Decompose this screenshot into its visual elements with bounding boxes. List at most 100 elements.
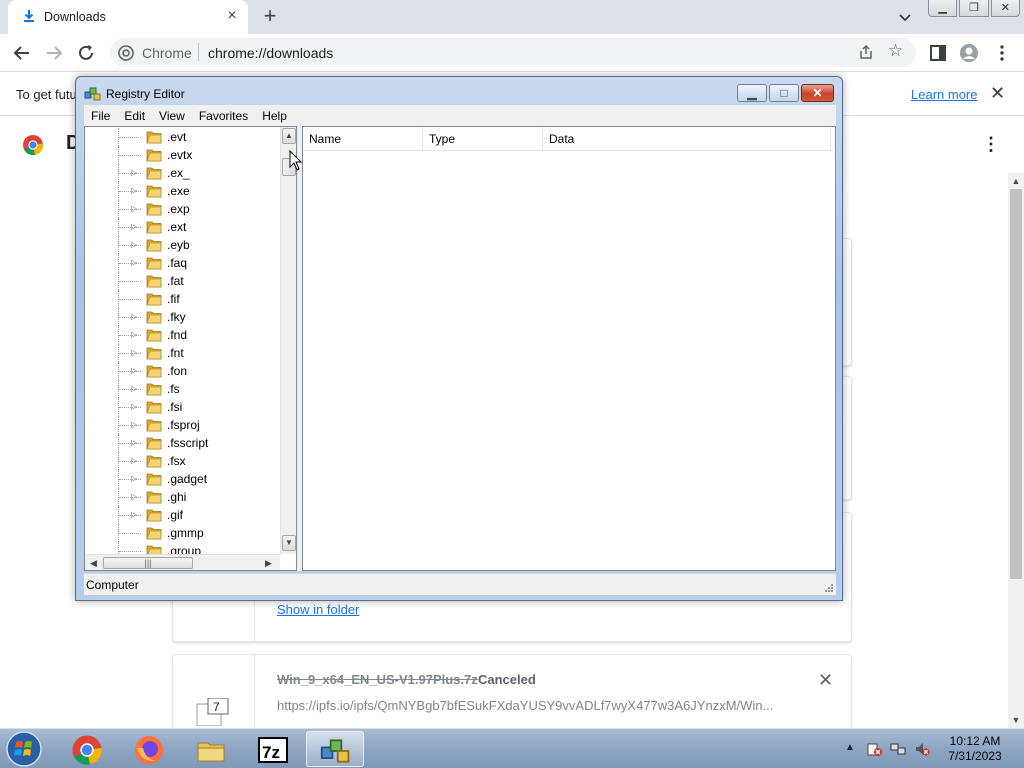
- minimize-button[interactable]: ▁: [928, 0, 958, 17]
- resize-grip-icon[interactable]: [824, 583, 834, 593]
- tree-item[interactable]: ▷ .faq: [85, 254, 281, 272]
- column-header-type[interactable]: Type: [423, 127, 543, 151]
- downloads-more-icon[interactable]: ⋮: [982, 134, 1000, 154]
- bookmark-star-icon[interactable]: ☆: [888, 42, 906, 60]
- taskbar-file-explorer[interactable]: [182, 731, 240, 767]
- expand-arrow-icon[interactable]: ▷: [131, 240, 140, 249]
- taskbar-firefox[interactable]: [120, 731, 178, 767]
- tree-item[interactable]: ▷ .fsi: [85, 398, 281, 416]
- tree-item[interactable]: ▷ .fnt: [85, 344, 281, 362]
- share-icon[interactable]: [858, 44, 874, 60]
- tree-item[interactable]: ▷ .fsx: [85, 452, 281, 470]
- tree-scroll-down-icon[interactable]: ▼: [282, 535, 296, 551]
- omnibox-url[interactable]: chrome://downloads: [208, 45, 333, 61]
- expand-arrow-icon[interactable]: ▷: [131, 312, 140, 321]
- expand-arrow-icon[interactable]: ▷: [131, 420, 140, 429]
- tree-item[interactable]: ▷ .fky: [85, 308, 281, 326]
- tree-item[interactable]: ▷ .eyb: [85, 236, 281, 254]
- start-button-icon[interactable]: [2, 730, 46, 768]
- expand-arrow-icon[interactable]: ▷: [131, 366, 140, 375]
- action-center-icon[interactable]: [866, 741, 882, 757]
- tab-downloads[interactable]: Downloads ×: [8, 0, 248, 34]
- tree-item[interactable]: ▷ .fon: [85, 362, 281, 380]
- tree-scroll-up-icon[interactable]: ▲: [282, 128, 296, 144]
- menu-edit[interactable]: Edit: [117, 109, 152, 123]
- profile-avatar-icon[interactable]: [959, 43, 979, 63]
- menu-file[interactable]: File: [84, 109, 117, 123]
- tree-item[interactable]: ▷ .fs: [85, 380, 281, 398]
- regedit-minimize-button[interactable]: ▁: [737, 84, 767, 102]
- tree-item[interactable]: ▷ .exe: [85, 182, 281, 200]
- expand-arrow-icon[interactable]: ▷: [131, 348, 140, 357]
- expand-arrow-icon[interactable]: ▷: [131, 204, 140, 213]
- column-header-name[interactable]: Name: [303, 127, 423, 151]
- tree-item[interactable]: .evt: [85, 128, 281, 146]
- expand-arrow-icon[interactable]: ▷: [131, 474, 140, 483]
- download-url[interactable]: https://ipfs.io/ipfs/QmNYBgb7bfESukFXdaY…: [277, 698, 773, 713]
- page-scrollbar[interactable]: ▲ ▼: [1008, 173, 1024, 728]
- tree-hscroll-thumb[interactable]: |||: [103, 557, 193, 569]
- new-tab-button[interactable]: +: [260, 5, 280, 27]
- tree-item[interactable]: .fat: [85, 272, 281, 290]
- expand-arrow-icon[interactable]: ▷: [131, 222, 140, 231]
- tree-item[interactable]: ▷ .exp: [85, 200, 281, 218]
- menu-view[interactable]: View: [152, 109, 192, 123]
- learn-more-link[interactable]: Learn more: [911, 87, 977, 102]
- reload-icon[interactable]: [75, 42, 97, 64]
- expand-arrow-icon[interactable]: ▷: [131, 384, 140, 393]
- page-scroll-thumb[interactable]: [1010, 189, 1022, 579]
- column-header-data[interactable]: Data: [543, 127, 831, 151]
- taskbar-chrome[interactable]: [58, 731, 116, 767]
- forward-icon[interactable]: [43, 42, 65, 64]
- tab-search-icon[interactable]: [896, 8, 914, 26]
- tree-scroll-left-icon[interactable]: ◀: [90, 558, 97, 569]
- scroll-up-arrow-icon[interactable]: ▲: [1008, 173, 1024, 189]
- download-file-name[interactable]: Win_9_x64_EN_US-V1.97Plus.7z: [277, 672, 478, 687]
- taskbar-regedit[interactable]: [306, 731, 364, 767]
- regedit-close-button[interactable]: ✕: [801, 84, 834, 102]
- tree-item[interactable]: ▷ .gif: [85, 506, 281, 524]
- expand-arrow-icon[interactable]: ▷: [131, 438, 140, 447]
- expand-arrow-icon[interactable]: ▷: [131, 456, 140, 465]
- tree-item[interactable]: ▷ .fsproj: [85, 416, 281, 434]
- expand-arrow-icon[interactable]: ▷: [131, 168, 140, 177]
- tree-item[interactable]: ▷ .ex_: [85, 164, 281, 182]
- tree-item[interactable]: .gmmp: [85, 524, 281, 542]
- side-panel-icon[interactable]: [928, 43, 948, 63]
- info-bar-close-icon[interactable]: ✕: [990, 83, 1005, 104]
- menu-help[interactable]: Help: [255, 109, 294, 123]
- tree-vertical-scrollbar[interactable]: ▲ ▼: [280, 127, 296, 554]
- expand-arrow-icon[interactable]: ▷: [131, 402, 140, 411]
- expand-arrow-icon[interactable]: ▷: [131, 492, 140, 501]
- taskbar-7zip[interactable]: 7z: [244, 731, 302, 767]
- expand-arrow-icon[interactable]: ▷: [131, 186, 140, 195]
- network-icon[interactable]: [890, 741, 906, 757]
- regedit-maximize-button[interactable]: □: [769, 84, 799, 102]
- tree-item[interactable]: .evtx: [85, 146, 281, 164]
- scroll-down-arrow-icon[interactable]: ▼: [1008, 712, 1024, 728]
- system-clock[interactable]: 10:12 AM 7/31/2023: [940, 734, 1010, 764]
- show-in-folder-link[interactable]: Show in folder: [277, 602, 359, 617]
- chrome-menu-icon[interactable]: [992, 43, 1012, 63]
- remove-download-icon[interactable]: ✕: [818, 670, 833, 691]
- close-button[interactable]: ✕: [990, 0, 1020, 17]
- regedit-titlebar[interactable]: Registry Editor ▁ □ ✕: [76, 77, 842, 105]
- menu-favorites[interactable]: Favorites: [192, 109, 255, 123]
- restore-button[interactable]: ❐: [959, 0, 989, 17]
- tree-scroll-right-icon[interactable]: ▶: [265, 558, 272, 569]
- expand-arrow-icon[interactable]: ▷: [131, 330, 140, 339]
- tree-item[interactable]: ▷ .ext: [85, 218, 281, 236]
- tree-item[interactable]: ▷ .ghi: [85, 488, 281, 506]
- registry-values-list[interactable]: Name Type Data: [302, 126, 836, 571]
- tree-item[interactable]: ▷ .gadget: [85, 470, 281, 488]
- registry-tree[interactable]: .evt .evtx ▷ .ex_ ▷ .exe ▷ .exp ▷ .ext ▷ .eyb ▷ .faq.…: [84, 126, 297, 571]
- volume-muted-icon[interactable]: [914, 741, 930, 757]
- address-bar[interactable]: Chrome chrome://downloads ☆: [110, 38, 916, 67]
- expand-arrow-icon[interactable]: ▷: [131, 510, 140, 519]
- tree-item[interactable]: ▷ .fnd: [85, 326, 281, 344]
- show-hidden-icons[interactable]: ▲: [845, 742, 855, 753]
- tree-item[interactable]: .fif: [85, 290, 281, 308]
- tab-close-icon[interactable]: ×: [224, 8, 240, 24]
- tree-horizontal-scrollbar[interactable]: ◀ ||| ▶: [85, 554, 280, 570]
- expand-arrow-icon[interactable]: ▷: [131, 258, 140, 267]
